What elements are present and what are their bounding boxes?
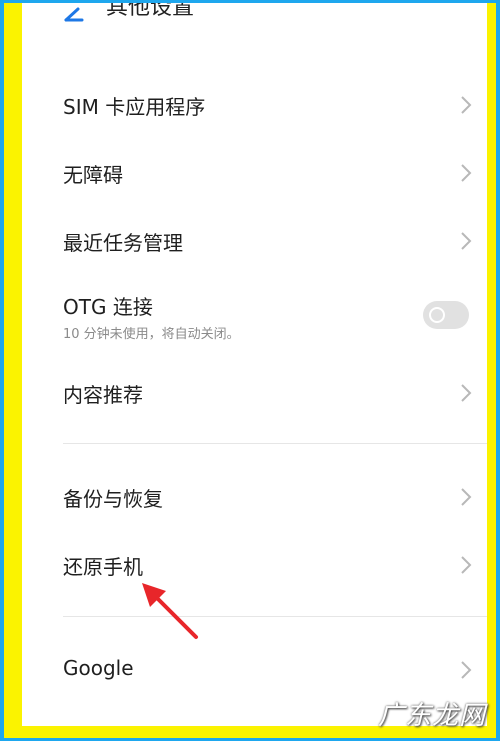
settings-item-label: OTG 连接: [63, 295, 153, 319]
chevron-right-icon: [461, 556, 472, 574]
yellow-frame: 其他设置 SIM 卡应用程序 无障碍 最近任务管理 OTG 连接 10 分钟未使…: [4, 3, 496, 738]
settings-item-label: 最近任务管理: [63, 231, 183, 255]
otg-toggle[interactable]: [423, 301, 469, 329]
settings-item-google[interactable]: Google: [22, 638, 487, 702]
annotation-arrow-icon: [142, 583, 198, 639]
back-arrow-icon[interactable]: [58, 5, 84, 35]
settings-item-label: SIM 卡应用程序: [63, 95, 206, 119]
settings-item-reset-phone[interactable]: 还原手机: [22, 533, 487, 597]
page-title: 其他设置: [106, 3, 195, 20]
settings-item-accessibility[interactable]: 无障碍: [22, 141, 487, 205]
section-divider: [63, 616, 487, 617]
watermark: 广东龙网: [377, 701, 486, 731]
chevron-right-icon: [461, 661, 472, 679]
settings-item-label: Google: [63, 656, 134, 680]
settings-screen: 其他设置 SIM 卡应用程序 无障碍 最近任务管理 OTG 连接 10 分钟未使…: [22, 3, 487, 726]
chevron-right-icon: [461, 232, 472, 250]
settings-item-recent-tasks[interactable]: 最近任务管理: [22, 209, 487, 273]
settings-item-sim-apps[interactable]: SIM 卡应用程序: [22, 73, 487, 137]
section-divider: [63, 443, 487, 444]
settings-item-label: 备份与恢复: [63, 487, 163, 511]
settings-item-content-recommend[interactable]: 内容推荐: [22, 361, 487, 425]
chevron-right-icon: [461, 96, 472, 114]
settings-item-label: 内容推荐: [63, 383, 143, 407]
settings-item-description: 10 分钟未使用，将自动关闭。: [63, 327, 240, 342]
settings-item-label: 无障碍: [63, 163, 123, 187]
app-header: 其他设置: [22, 3, 487, 47]
chevron-right-icon: [461, 384, 472, 402]
settings-item-otg: OTG 连接 10 分钟未使用，将自动关闭。: [22, 283, 487, 351]
chevron-right-icon: [461, 164, 472, 182]
settings-item-backup-restore[interactable]: 备份与恢复: [22, 465, 487, 529]
chevron-right-icon: [461, 488, 472, 506]
toggle-knob: [429, 307, 445, 323]
